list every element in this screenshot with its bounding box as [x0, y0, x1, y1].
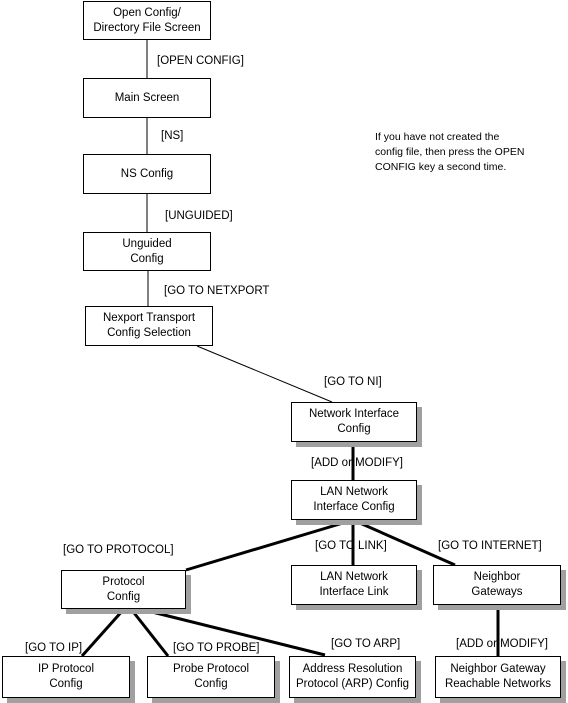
node-lan-ni-link: LAN Network Interface Link: [291, 565, 417, 605]
edge-label-go-to-internet: [GO TO INTERNET]: [438, 540, 542, 552]
edge-label-ns: [NS]: [161, 130, 184, 142]
node-neighbor-gateways: Neighbor Gateways: [433, 565, 561, 605]
node-network-interface: Network Interface Config: [291, 402, 417, 442]
edge-label-open-config: [OPEN CONFIG]: [157, 55, 244, 67]
node-probe-protocol: Probe Protocol Config: [147, 656, 275, 698]
edge-label-unguided: [UNGUIDED]: [165, 210, 233, 222]
edge-label-add-modify-2: [ADD or MODIFY]: [456, 638, 549, 650]
node-open-config: Open Config/ Directory File Screen: [83, 1, 211, 40]
edge-label-go-to-arp: [GO TO ARP]: [331, 638, 401, 650]
node-protocol-config: Protocol Config: [61, 570, 186, 609]
edge-label-add-modify-1: [ADD or MODIFY]: [311, 457, 404, 469]
node-ns-config: NS Config: [83, 154, 211, 194]
edge-label-go-to-ip: [GO TO IP]: [25, 642, 83, 654]
node-arp-config: Address Resolution Protocol (ARP) Config: [289, 656, 416, 698]
edge-label-go-to-ni: [GO TO NI]: [324, 376, 382, 388]
node-main-screen: Main Screen: [83, 78, 211, 118]
edge-label-go-to-link: [GO TO LINK]: [315, 540, 387, 552]
edge-label-go-to-protocol: [GO TO PROTOCOL]: [63, 544, 174, 556]
edge-label-go-to-netxport: [GO TO NETXPORT: [164, 285, 270, 297]
edge-go-to-ni: [196, 345, 333, 403]
node-lan-ni-config: LAN Network Interface Config: [291, 480, 417, 520]
node-nexport-transport: Nexport Transport Config Selection: [85, 306, 213, 346]
node-ip-protocol: IP Protocol Config: [2, 656, 130, 698]
node-unguided-config: Unguided Config: [83, 232, 211, 271]
note-text: If you have not created the config file,…: [375, 131, 525, 173]
edge-label-go-to-probe: [GO TO PROBE]: [173, 642, 260, 654]
edge-go-to-ip: [80, 608, 126, 657]
node-ng-reachable: Neighbor Gateway Reachable Networks: [435, 656, 561, 698]
